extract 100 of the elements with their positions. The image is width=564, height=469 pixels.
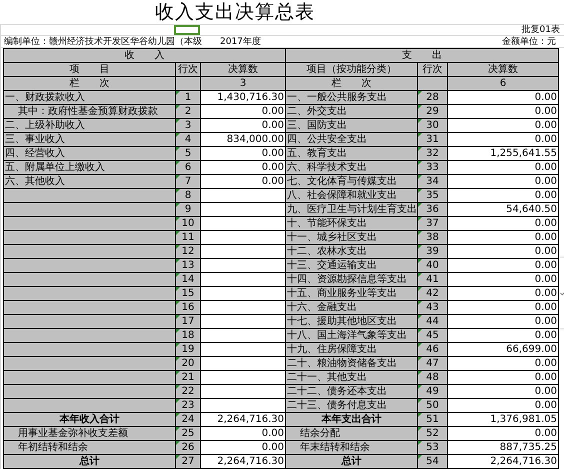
amount-cell: 0.00 (200, 440, 286, 454)
column-header: 决算数 (200, 62, 286, 76)
sheet-title: 收入支出决算总表 (155, 1, 315, 24)
line-number-cell: 42 (418, 286, 448, 300)
table-cell: 五、教育支出 (286, 146, 418, 160)
amount-cell: 0.00 (448, 90, 559, 104)
amount-cell: 1,430,716.30 (200, 90, 286, 104)
amount-cell: 0.00 (200, 426, 286, 440)
table-cell: 十一、城乡社区支出 (286, 230, 418, 244)
table-cell: 二十、粮油物资储备支出 (286, 356, 418, 370)
amount-cell: 1,255,641.55 (448, 146, 559, 160)
table-cell: 二、外交支出 (286, 104, 418, 118)
table-cell: 本年收入合计 (4, 412, 176, 426)
currency-label: 金额单位：元 (502, 36, 557, 46)
line-number-cell: 29 (418, 104, 448, 118)
column-number: 3 (200, 76, 286, 90)
table-cell: 结余分配 (286, 426, 418, 440)
amount-cell: 2,264,716.30 (200, 454, 286, 468)
amount-cell: 0.00 (200, 146, 286, 160)
line-number-cell: 51 (418, 412, 448, 426)
table-cell: 一、一般公共服务支出 (286, 90, 418, 104)
table-cell: 十三、交通运输支出 (286, 258, 418, 272)
table-cell: 十七、援助其他地区支出 (286, 314, 418, 328)
column-number: 6 (448, 76, 559, 90)
section-header: 收 入 (4, 48, 286, 62)
amount-cell: 0.00 (448, 272, 559, 286)
amount-cell: 0.00 (448, 286, 559, 300)
amount-cell: 66,699.00 (448, 342, 559, 356)
amount-cell: 0.00 (200, 118, 286, 132)
line-number-cell: 53 (418, 440, 448, 454)
line-number-cell: 41 (418, 272, 448, 286)
column-header: 决算数 (448, 62, 559, 76)
table-number: 批复01表 (522, 25, 561, 35)
line-number-cell: 48 (418, 370, 448, 384)
table-cell: 年初结转和结余 (4, 440, 176, 454)
amount-cell: 0.00 (200, 160, 286, 174)
table-cell: 十、节能环保支出 (286, 216, 418, 230)
table-cell: 九、医疗卫生与计划生育支出 (286, 202, 418, 216)
line-number-cell: 44 (418, 314, 448, 328)
table-cell: 四、经营收入 (4, 146, 176, 160)
table-cell: 四、公共安全支出 (286, 132, 418, 146)
amount-cell: 0.00 (448, 384, 559, 398)
section-header: 支 出 (286, 48, 559, 62)
table-cell: 本年支出合计 (286, 412, 418, 426)
table-cell: 八、社会保障和就业支出 (286, 188, 418, 202)
line-number-cell: 39 (418, 244, 448, 258)
table-cell: 其中：政府性基金预算财政拨款 (4, 104, 176, 118)
table-cell: 十六、金融支出 (286, 300, 418, 314)
amount-cell: 2,264,716.30 (448, 454, 559, 468)
line-number-cell: 31 (418, 132, 448, 146)
table-cell: 二、上级补助收入 (4, 118, 176, 132)
amount-cell: 0.00 (448, 398, 559, 412)
line-number-cell: 28 (418, 90, 448, 104)
amount-cell: 0.00 (448, 118, 559, 132)
line-number-cell: 32 (418, 146, 448, 160)
table-cell: 一、财政拨款收入 (4, 90, 176, 104)
line-number-cell: 35 (418, 188, 448, 202)
line-number-cell: 38 (418, 230, 448, 244)
table-cell: 二十一、其他支出 (286, 370, 418, 384)
amount-cell: 1,376,981.05 (448, 412, 559, 426)
table-cell: 总计 (286, 454, 418, 468)
line-number-cell: 50 (418, 398, 448, 412)
amount-cell: 0.00 (448, 328, 559, 342)
table-cell: 五、附属单位上缴收入 (4, 160, 176, 174)
table-cell: 二十二、债务还本支出 (286, 384, 418, 398)
amount-cell: 0.00 (200, 104, 286, 118)
table-cell: 十五、商业服务业等支出 (286, 286, 418, 300)
amount-cell: 0.00 (448, 244, 559, 258)
line-number-cell: 40 (418, 258, 448, 272)
year-label: 2017年度 (220, 36, 261, 48)
table-cell: 年末结转和结余 (286, 440, 418, 454)
table-cell: 用事业基金弥补收支差额 (4, 426, 176, 440)
amount-cell: 0.00 (448, 104, 559, 118)
table-cell: 六、其他收入 (4, 174, 176, 188)
table-cell: 十八、国土海洋气象等支出 (286, 328, 418, 342)
table-cell: 十四、资源勘探信息等支出 (286, 272, 418, 286)
table-cell: 二十三、债务付息支出 (286, 398, 418, 412)
cell-selection[interactable] (174, 25, 200, 35)
table-cell: 总计 (4, 454, 176, 468)
amount-cell: 834,000.00 (200, 132, 286, 146)
column-header: 行次 (418, 62, 448, 76)
line-number-cell: 34 (418, 174, 448, 188)
amount-cell: 0.00 (448, 216, 559, 230)
table-cell: 六、科学技术支出 (286, 160, 418, 174)
column-header: 项目（按功能分类） (286, 62, 418, 76)
line-number-cell: 54 (418, 454, 448, 468)
amount-cell: 0.00 (448, 300, 559, 314)
table-cell: 十二、农林水支出 (286, 244, 418, 258)
column-number: 栏 次 (4, 76, 176, 90)
line-number-cell: 46 (418, 342, 448, 356)
amount-cell: 0.00 (448, 174, 559, 188)
line-number-cell: 36 (418, 202, 448, 216)
amount-cell: 0.00 (448, 314, 559, 328)
amount-cell: 0.00 (448, 370, 559, 384)
amount-cell: 0.00 (448, 160, 559, 174)
table-cell: 十九、住房保障支出 (286, 342, 418, 356)
unit-label: 编制单位：赣州经济技术开发区华谷幼儿园（本级 (4, 36, 203, 46)
table-cell: 三、事业收入 (4, 132, 176, 146)
line-number-cell: 47 (418, 356, 448, 370)
amount-cell: 0.00 (448, 132, 559, 146)
